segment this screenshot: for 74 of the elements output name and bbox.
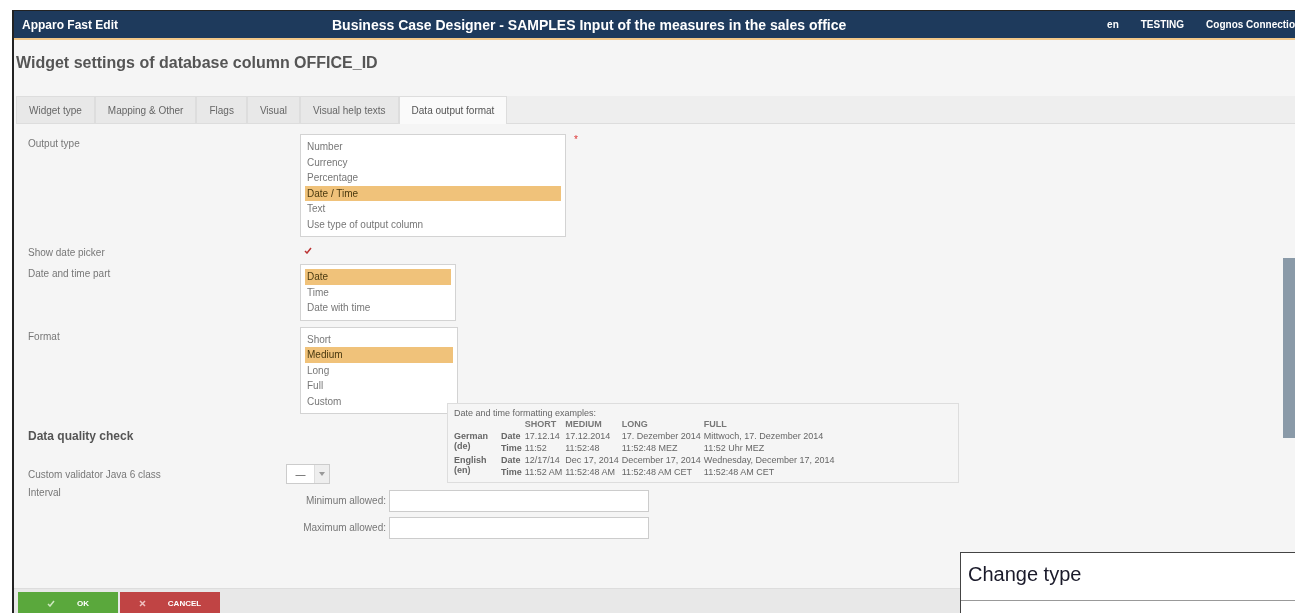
header-link[interactable]: Cognos Connectio [1206, 19, 1295, 30]
list-option[interactable]: Time [305, 284, 451, 300]
callout-text: Change type [967, 562, 1082, 586]
table-cell: 11:52 [524, 442, 566, 454]
side-tab[interactable] [1283, 258, 1295, 438]
table-cell: 17. Dezember 2014 [621, 430, 704, 442]
close-icon [138, 599, 146, 607]
check-icon [47, 599, 55, 607]
table-cell: 11:52:48 AM CET [621, 466, 704, 478]
page-title: Widget settings of database column OFFICE_ID [15, 53, 379, 73]
field-label: Output type [28, 137, 81, 151]
field-label: Maximum allowed: [302, 522, 386, 533]
table-cell: 11:52:48 [565, 442, 622, 454]
list-option[interactable]: Date with time [305, 300, 451, 316]
field-label: Show date picker [28, 246, 106, 258]
tab[interactable]: Widget type [16, 96, 95, 123]
list-option[interactable]: Date [305, 269, 451, 285]
tab[interactable]: Visual [246, 96, 300, 123]
cancel-button[interactable]: CANCEL [120, 592, 220, 613]
table-cell: 17.12.2014 [565, 430, 622, 442]
table-cell: 11:52 AM [524, 466, 566, 478]
tab[interactable]: Mapping & Other [94, 96, 197, 123]
list-option[interactable]: Currency [305, 154, 561, 170]
list-option[interactable]: Full [305, 378, 453, 394]
input-field[interactable] [389, 516, 649, 539]
table-cell: Dec 17, 2014 [565, 454, 622, 466]
table-cell-text: 11:52 Uhr MEZ [703, 442, 766, 454]
table-cell: December 17, 2014 [621, 454, 704, 466]
language-cell: English (en) [454, 454, 501, 478]
list-option[interactable]: Date / Time [305, 185, 561, 201]
list-option[interactable]: Number [305, 139, 561, 155]
table-cell: Date [501, 430, 525, 442]
ok-button[interactable]: OK [18, 592, 118, 613]
table-cell: Date [501, 454, 525, 466]
list-option[interactable]: Custom [305, 393, 453, 409]
table-cell: Time [501, 466, 525, 478]
table-cell: Time [501, 442, 525, 454]
table-cell-text: Wednesday, December 17, 2014 [703, 454, 836, 466]
list-option[interactable]: Text [305, 201, 561, 217]
tab[interactable]: Flags [196, 96, 247, 123]
list-option[interactable]: Percentage [305, 170, 561, 186]
section-heading: Data quality check [28, 429, 134, 443]
dropdown[interactable]: — [286, 464, 330, 484]
language-cell: German (de) [454, 430, 501, 454]
column-header: LONG [621, 418, 704, 430]
examples-title: Date and time formatting examples: [454, 408, 598, 418]
table-cell-text: 12/17/14 [524, 454, 561, 466]
required-mark: * [574, 134, 578, 145]
field-label: Minimum allowed: [304, 495, 386, 506]
field-label: Custom validator Java 6 class [28, 468, 162, 480]
header-link[interactable]: TESTING [1140, 19, 1185, 30]
table-cell: 17.12.14 [524, 430, 566, 442]
app-name: Apparo Fast Edit [21, 17, 119, 32]
table-cell: 11:52:48 MEZ [621, 442, 704, 454]
window-title: Business Case Designer - SAMPLES Input of the measures in the sales office [332, 16, 848, 33]
field-label: Format [28, 329, 61, 344]
caret-icon [319, 472, 325, 476]
checkmark-icon[interactable] [304, 247, 312, 254]
field-label: Interval [28, 487, 62, 498]
column-header: MEDIUM [565, 418, 622, 430]
list-option[interactable]: Long [305, 362, 453, 378]
list-option[interactable]: Use type of output column [305, 216, 561, 232]
tab[interactable]: Data output format [398, 96, 508, 124]
tab[interactable]: Visual help texts [299, 96, 399, 123]
field-label: Date and time part [28, 267, 112, 281]
column-header: SHORT [524, 418, 566, 430]
column-header: FULL [703, 418, 728, 430]
table-cell: 11:52:48 AM [565, 466, 622, 478]
list-option[interactable]: Short [305, 331, 453, 347]
header-link[interactable]: en [1107, 19, 1119, 30]
table-cell-text: 11:52:48 AM CET [703, 466, 776, 478]
input-field[interactable] [389, 489, 649, 512]
table-cell-text: Mittwoch, 17. Dezember 2014 [703, 430, 825, 442]
list-option[interactable]: Medium [305, 347, 453, 363]
